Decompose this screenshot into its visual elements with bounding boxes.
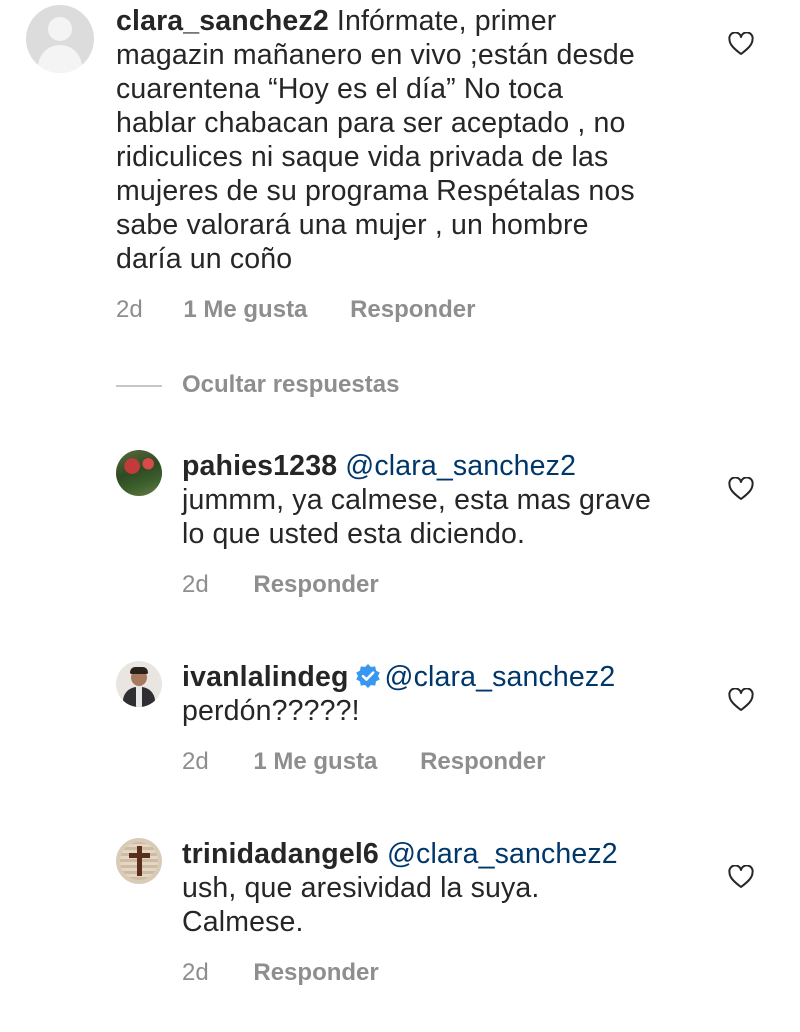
reply-text: ivanlalindeg @clara_sanchez2 perdón?????… — [182, 661, 616, 727]
avatar-clara-sanchez2[interactable] — [26, 5, 94, 73]
reply-meta: 2d 1 Me gusta Responder — [182, 748, 545, 776]
hide-replies-divider — [116, 385, 162, 387]
heart-outline-icon[interactable] — [728, 32, 754, 56]
reply-button[interactable]: Responder — [253, 571, 378, 599]
reply-likes[interactable]: 1 Me gusta — [253, 748, 377, 776]
comment-likes[interactable]: 1 Me gusta — [183, 296, 307, 324]
reply-username[interactable]: ivanlalindeg — [182, 661, 349, 693]
reply-text: trinidadangel6 @clara_sanchez2 ush, que … — [182, 838, 618, 938]
heart-outline-icon[interactable] — [728, 477, 754, 501]
reply-button[interactable]: Responder — [350, 296, 475, 324]
reply-meta: 2d Responder — [182, 571, 379, 599]
reply-username[interactable]: trinidadangel6 — [182, 838, 379, 870]
mention-link[interactable]: @clara_sanchez2 — [387, 838, 618, 870]
reply-username[interactable]: pahies1238 — [182, 450, 337, 482]
reply-text: pahies1238 @clara_sanchez2 jummm, ya cal… — [182, 450, 652, 550]
heart-outline-icon[interactable] — [728, 865, 754, 889]
verified-badge-icon — [355, 664, 380, 688]
comment-time: 2d — [116, 296, 143, 323]
hide-replies-button[interactable]: Ocultar respuestas — [182, 371, 399, 399]
mention-link[interactable]: @clara_sanchez2 — [345, 450, 576, 482]
reply-time: 2d — [182, 571, 209, 598]
avatar-trinidadangel6[interactable] — [116, 838, 162, 884]
comment-meta: 2d 1 Me gusta Responder — [116, 296, 475, 324]
reply-time: 2d — [182, 748, 209, 775]
comment-username[interactable]: clara_sanchez2 — [116, 5, 329, 37]
reply-button[interactable]: Responder — [253, 959, 378, 987]
default-avatar-icon — [48, 17, 72, 41]
avatar-pahies1238[interactable] — [116, 450, 162, 496]
heart-outline-icon[interactable] — [728, 688, 754, 712]
mention-link[interactable]: @clara_sanchez2 — [385, 661, 616, 693]
reply-meta: 2d Responder — [182, 959, 379, 987]
reply-time: 2d — [182, 959, 209, 986]
reply-button[interactable]: Responder — [420, 748, 545, 776]
comment-main-text: clara_sanchez2 Infórmate, primer magazin… — [116, 5, 635, 275]
avatar-ivanlalindeg[interactable] — [116, 661, 162, 707]
